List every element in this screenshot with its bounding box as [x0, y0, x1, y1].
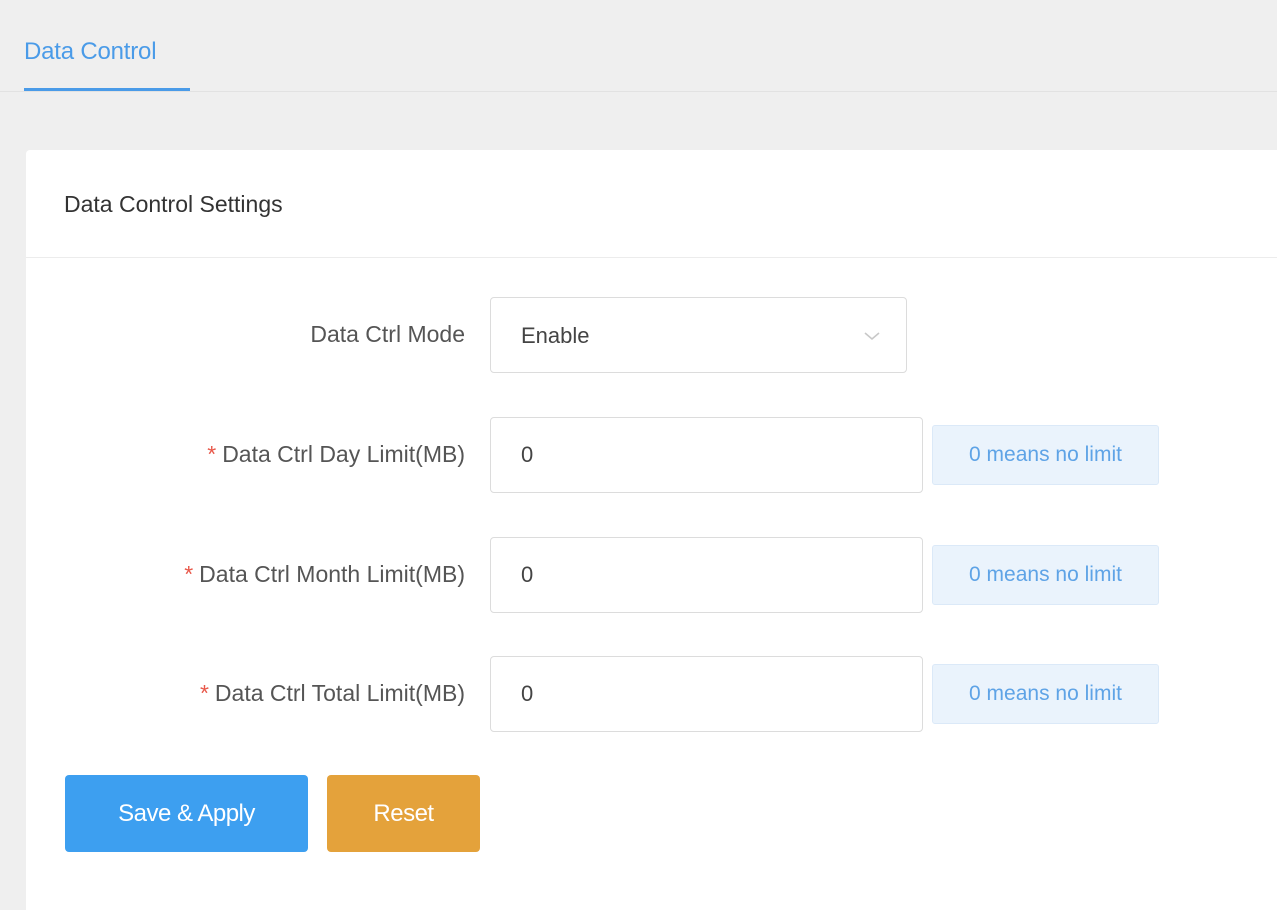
card-title: Data Control Settings	[64, 191, 283, 217]
reset-button[interactable]: Reset	[327, 775, 480, 852]
form-row-month-limit: *Data Ctrl Month Limit(MB) 0 means no li…	[26, 537, 1277, 613]
day-limit-label: * Data Ctrl Day Limit(MB)	[207, 441, 465, 468]
month-limit-hint: 0 means no limit	[932, 545, 1159, 605]
tab-bar: Data Control	[0, 0, 1277, 92]
total-limit-label-text: Data Ctrl Total Limit(MB)	[214, 680, 465, 706]
mode-select-value: Enable	[521, 323, 590, 348]
tab-data-control[interactable]: Data Control	[24, 38, 157, 66]
day-limit-label-text: Data Ctrl Day Limit(MB)	[222, 441, 465, 467]
total-limit-label: * Data Ctrl Total Limit(MB)	[200, 680, 465, 707]
required-marker: *	[207, 441, 217, 467]
form-row-total-limit: *Data Ctrl Total Limit(MB) 0 means no li…	[26, 656, 1277, 732]
month-limit-label-text: Data Ctrl Month Limit(MB)	[199, 561, 465, 587]
total-limit-hint: 0 means no limit	[932, 664, 1159, 724]
mode-select[interactable]: Enable	[490, 297, 907, 373]
form-row-mode: Data Ctrl Mode Enable	[26, 297, 1277, 373]
month-limit-label: * Data Ctrl Month Limit(MB)	[184, 561, 465, 588]
mode-label: Data Ctrl Mode	[310, 321, 465, 348]
mode-label-text: Data Ctrl Mode	[310, 321, 465, 347]
chevron-down-icon	[864, 332, 880, 341]
day-limit-hint: 0 means no limit	[932, 425, 1159, 485]
required-marker: *	[184, 561, 194, 587]
card-header: Data Control Settings	[26, 150, 1277, 258]
active-tab-indicator	[24, 88, 190, 91]
day-limit-input[interactable]	[490, 417, 923, 493]
form-row-day-limit: *Data Ctrl Day Limit(MB) 0 means no limi…	[26, 417, 1277, 493]
total-limit-input[interactable]	[490, 656, 923, 732]
page: Data Control Data Control Settings Data …	[0, 0, 1277, 910]
settings-card: Data Control Settings Data Ctrl Mode Ena…	[26, 150, 1277, 910]
required-marker: *	[199, 680, 209, 706]
month-limit-input[interactable]	[490, 537, 923, 613]
save-apply-button[interactable]: Save & Apply	[65, 775, 308, 852]
